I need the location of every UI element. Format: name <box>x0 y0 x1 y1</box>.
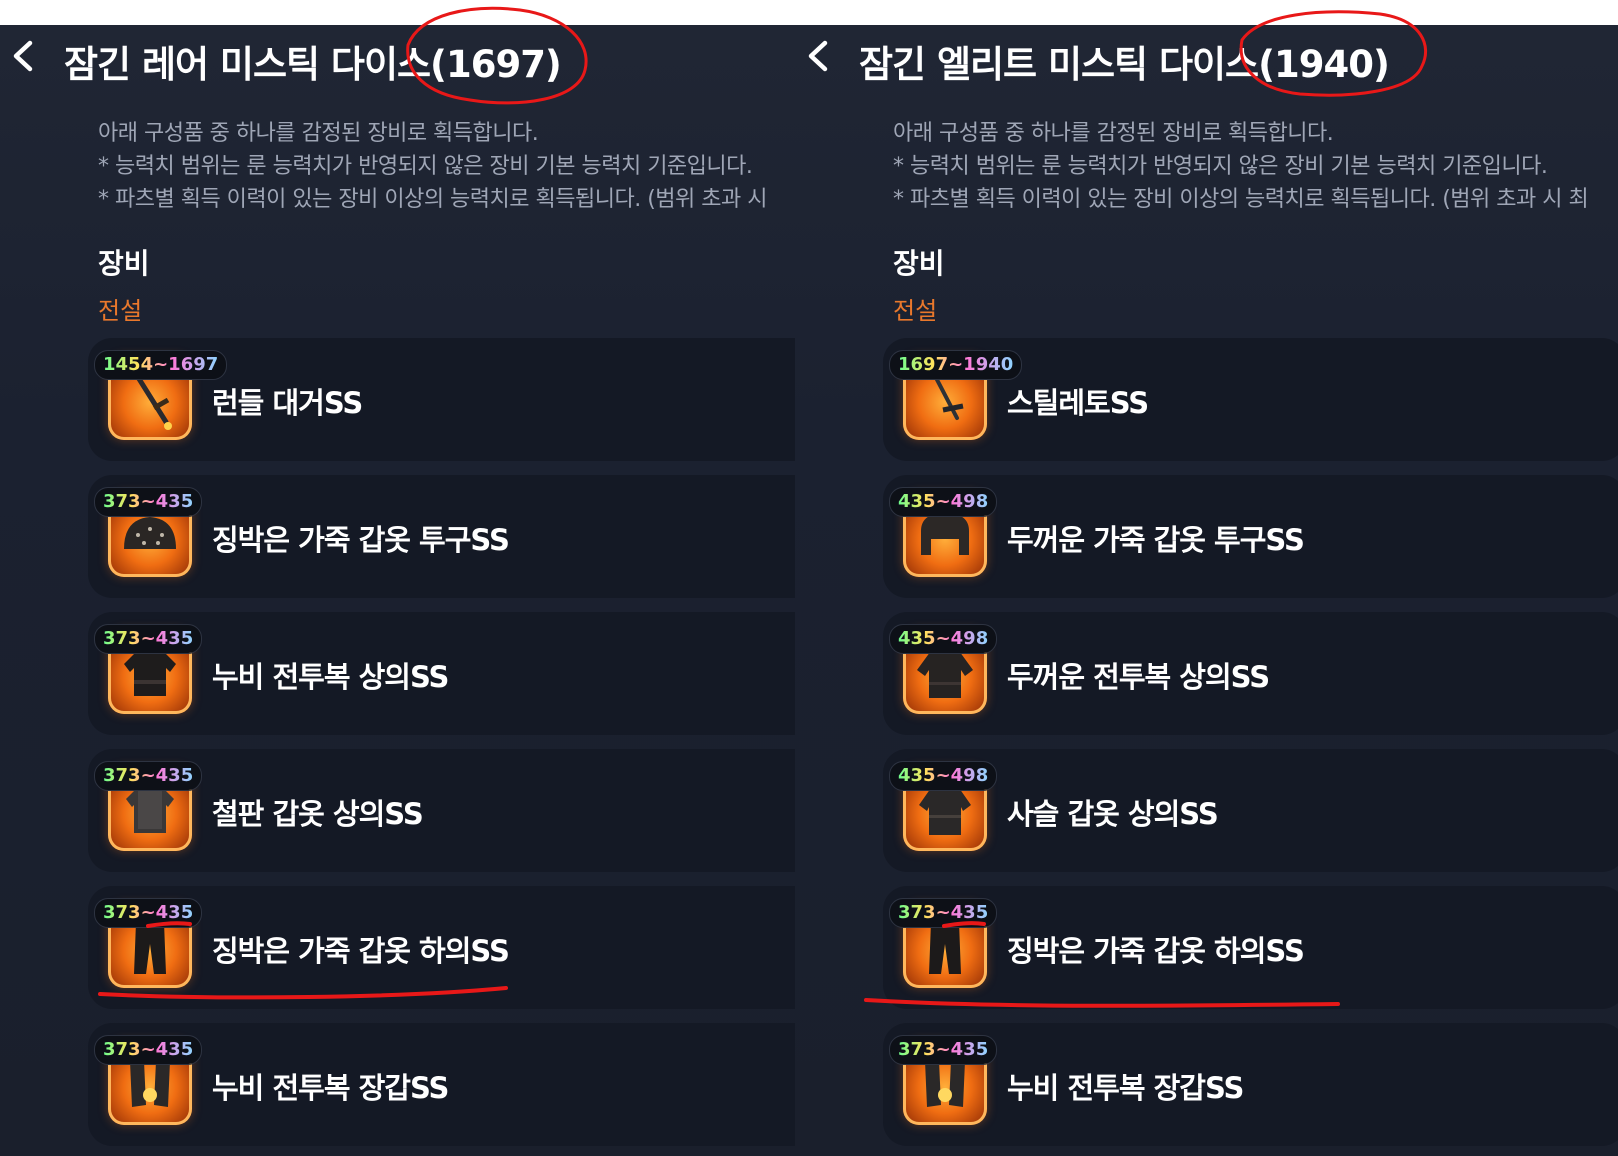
stat-range-badge: 373~435 <box>94 1035 203 1065</box>
panel-header: 잠긴 엘리트 미스틱 다이스(1940) <box>795 25 1618 95</box>
list-item[interactable]: 1454~1697 런들 대거SS <box>88 338 795 461</box>
item-name: 징박은 가죽 갑옷 투구SS <box>212 523 510 557</box>
stat-range-badge: 435~498 <box>889 487 998 517</box>
description: 아래 구성품 중 하나를 감정된 장비로 획득합니다. * 능력치 범위는 룬 … <box>893 117 1618 216</box>
section-title: 장비 <box>893 247 945 280</box>
item-list: 1454~1697 런들 대거SS 373~435 징박은 가죽 갑옷 투구SS… <box>88 338 795 1156</box>
item-name: 징박은 가죽 갑옷 하의SS <box>1007 934 1305 968</box>
list-item[interactable]: 435~498 두꺼운 전투복 상의SS <box>883 612 1618 735</box>
stat-range-badge: 373~435 <box>94 898 203 928</box>
description-line: 아래 구성품 중 하나를 감정된 장비로 획득합니다. <box>893 121 1334 146</box>
panel-header: 잠긴 레어 미스틱 다이스(1697) <box>0 25 795 95</box>
item-name: 철판 갑옷 상의SS <box>212 797 424 831</box>
list-item[interactable]: 373~435 누비 전투복 장갑SS <box>883 1023 1618 1146</box>
item-name: 스틸레토SS <box>1007 386 1149 420</box>
description-line: * 파츠별 획득 이력이 있는 장비 이상의 능력치로 획득됩니다. (범위 초… <box>893 187 1589 212</box>
stat-range-badge: 373~435 <box>889 898 998 928</box>
list-item[interactable]: 435~498 두꺼운 가죽 갑옷 투구SS <box>883 475 1618 598</box>
list-item[interactable]: 373~435 누비 전투복 장갑SS <box>88 1023 795 1146</box>
item-name: 누비 전투복 장갑SS <box>212 1071 449 1105</box>
description-line: * 능력치 범위는 룬 능력치가 반영되지 않은 장비 기본 능력치 기준입니다… <box>893 154 1548 179</box>
list-item[interactable]: 373~435 징박은 가죽 갑옷 하의SS <box>883 886 1618 1009</box>
rare-dice-panel: 잠긴 레어 미스틱 다이스(1697) 아래 구성품 중 하나를 감정된 장비로… <box>0 25 795 1156</box>
stat-range: 373~435 <box>103 628 194 649</box>
description-line: 아래 구성품 중 하나를 감정된 장비로 획득합니다. <box>98 121 539 146</box>
list-item[interactable]: 435~498 사슬 갑옷 상의SS <box>883 749 1618 872</box>
stat-range: 373~435 <box>103 1039 194 1060</box>
stat-range: 435~498 <box>898 765 989 786</box>
page-title: 잠긴 엘리트 미스틱 다이스(1940) <box>859 43 1390 86</box>
list-item[interactable]: 373~435 철판 갑옷 상의SS <box>88 749 795 872</box>
item-name: 두꺼운 전투복 상의SS <box>1007 660 1270 694</box>
item-name: 런들 대거SS <box>212 386 363 420</box>
stat-range-badge: 373~435 <box>94 624 203 654</box>
stat-range: 1697~1940 <box>898 354 1014 375</box>
elite-dice-panel: 잠긴 엘리트 미스틱 다이스(1940) 아래 구성품 중 하나를 감정된 장비… <box>795 25 1618 1156</box>
stat-range: 373~435 <box>103 902 194 923</box>
stat-range: 373~435 <box>898 902 989 923</box>
back-arrow-icon[interactable] <box>803 39 837 73</box>
page-title: 잠긴 레어 미스틱 다이스(1697) <box>64 43 562 86</box>
description: 아래 구성품 중 하나를 감정된 장비로 획득합니다. * 능력치 범위는 룬 … <box>98 117 795 216</box>
stat-range: 1454~1697 <box>103 354 219 375</box>
stat-range: 373~435 <box>103 491 194 512</box>
item-list: 1697~1940 스틸레토SS 435~498 두꺼운 가죽 갑옷 투구SS … <box>883 338 1618 1156</box>
stat-range-badge: 373~435 <box>94 487 203 517</box>
item-name: 사슬 갑옷 상의SS <box>1007 797 1219 831</box>
top-strip <box>0 0 1618 25</box>
stat-range: 435~498 <box>898 491 989 512</box>
item-name: 징박은 가죽 갑옷 하의SS <box>212 934 510 968</box>
stat-range-badge: 435~498 <box>889 624 998 654</box>
item-name: 두꺼운 가죽 갑옷 투구SS <box>1007 523 1305 557</box>
description-line: * 능력치 범위는 룬 능력치가 반영되지 않은 장비 기본 능력치 기준입니다… <box>98 154 753 179</box>
stat-range-badge: 373~435 <box>94 761 203 791</box>
stat-range-badge: 1454~1697 <box>94 350 228 380</box>
tier-label: 전설 <box>893 297 938 325</box>
screenshot-comparison: 잠긴 레어 미스틱 다이스(1697) 아래 구성품 중 하나를 감정된 장비로… <box>0 0 1618 1156</box>
list-item[interactable]: 373~435 누비 전투복 상의SS <box>88 612 795 735</box>
list-item[interactable]: 373~435 징박은 가죽 갑옷 하의SS <box>88 886 795 1009</box>
stat-range-badge: 1697~1940 <box>889 350 1023 380</box>
section-title: 장비 <box>98 247 150 280</box>
back-arrow-icon[interactable] <box>8 39 42 73</box>
stat-range: 435~498 <box>898 628 989 649</box>
description-line: * 파츠별 획득 이력이 있는 장비 이상의 능력치로 획득됩니다. (범위 초… <box>98 187 767 212</box>
tier-label: 전설 <box>98 297 143 325</box>
stat-range-badge: 435~498 <box>889 761 998 791</box>
list-item[interactable]: 373~435 징박은 가죽 갑옷 투구SS <box>88 475 795 598</box>
list-item[interactable]: 1697~1940 스틸레토SS <box>883 338 1618 461</box>
item-name: 누비 전투복 상의SS <box>212 660 449 694</box>
stat-range: 373~435 <box>898 1039 989 1060</box>
stat-range: 373~435 <box>103 765 194 786</box>
stat-range-badge: 373~435 <box>889 1035 998 1065</box>
item-name: 누비 전투복 장갑SS <box>1007 1071 1244 1105</box>
